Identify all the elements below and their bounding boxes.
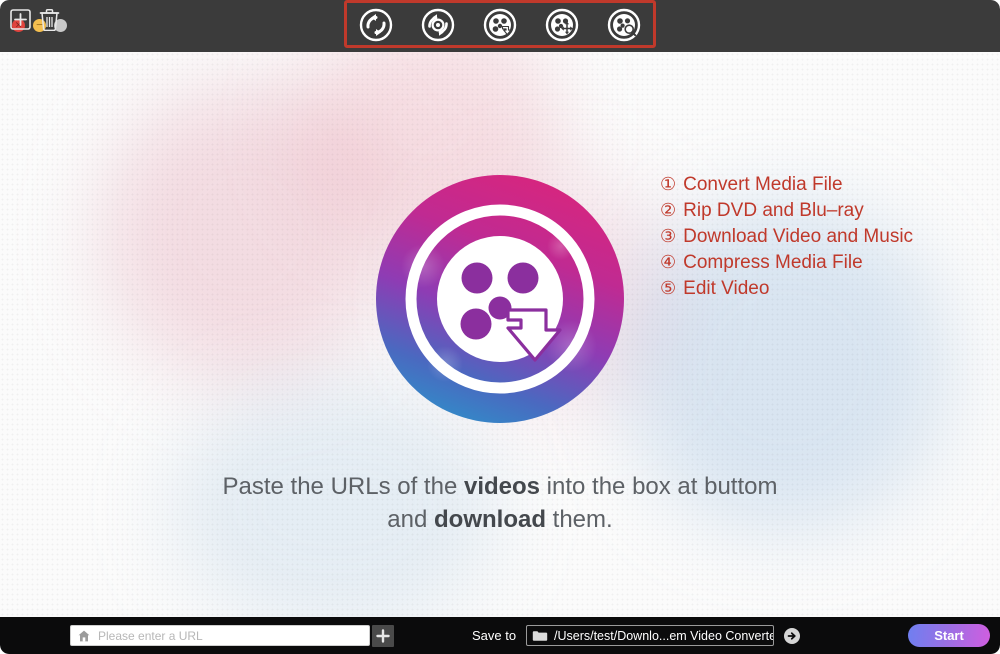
compress-reel-icon: [545, 8, 579, 41]
feature-item-3: ③ Download Video and Music: [660, 224, 913, 250]
main-content: ① Convert Media File ② Rip DVD and Blu–r…: [0, 52, 1000, 617]
app-logo: [375, 174, 625, 424]
add-task-button[interactable]: [10, 9, 31, 30]
toolbar-button-rip[interactable]: [419, 6, 457, 44]
start-button-label: Start: [934, 628, 964, 643]
toolbar-button-download[interactable]: [481, 6, 519, 44]
open-save-folder-button[interactable]: [783, 627, 801, 645]
feature-number-3: ③: [660, 226, 677, 247]
feature-label-3: Download Video and Music: [683, 226, 914, 247]
edit-reel-icon: [607, 8, 641, 41]
feature-label-4: Compress Media File: [683, 252, 863, 273]
feature-number-2: ②: [660, 200, 677, 221]
save-path-field[interactable]: /Users/test/Downlo...em Video Converter: [526, 625, 774, 646]
feature-number-4: ④: [660, 252, 677, 273]
feature-number-1: ①: [660, 174, 677, 195]
save-path-text: /Users/test/Downlo...em Video Converter: [554, 628, 773, 643]
start-button[interactable]: Start: [908, 624, 990, 647]
title-bar: × −: [0, 0, 1000, 52]
hint-line1-suffix: into the box at buttom: [540, 473, 778, 500]
toolbar-button-compress[interactable]: [543, 6, 581, 44]
hint-line2-prefix: and: [387, 506, 435, 533]
home-icon: [78, 630, 90, 641]
video-converter-logo-icon: [376, 175, 624, 423]
feature-number-5: ⑤: [660, 278, 677, 299]
hint-line-2: and download them.: [0, 503, 1000, 536]
feature-label-5: Edit Video: [683, 278, 770, 299]
hint-line1-prefix: Paste the URLs of the: [222, 473, 464, 500]
feature-label-2: Rip DVD and Blu–ray: [683, 200, 864, 221]
trash-icon: [39, 9, 60, 32]
hint-text: Paste the URLs of the videos into the bo…: [0, 470, 1000, 536]
save-to-label: Save to: [472, 628, 517, 643]
app-window: × − ① Convert Media File ② Rip DVD and B…: [0, 0, 1000, 654]
download-reel-icon: [483, 8, 517, 41]
url-input-container[interactable]: [70, 625, 370, 646]
hint-line-1: Paste the URLs of the videos into the bo…: [0, 470, 1000, 503]
convert-icon: [359, 8, 393, 41]
feature-item-4: ④ Compress Media File: [660, 250, 913, 276]
plus-box-icon: [10, 9, 31, 30]
delete-task-button[interactable]: [39, 8, 60, 32]
feature-list: ① Convert Media File ② Rip DVD and Blu–r…: [660, 172, 913, 302]
toolbar: [345, 1, 655, 48]
rip-disc-icon: [421, 8, 455, 41]
hint-line2-suffix: them.: [546, 506, 613, 533]
url-add-button[interactable]: [372, 625, 394, 647]
hint-line2-bold: download: [434, 506, 546, 533]
feature-item-1: ① Convert Media File: [660, 172, 913, 198]
toolbar-button-convert[interactable]: [357, 6, 395, 44]
toolbar-button-edit[interactable]: [605, 6, 643, 44]
feature-item-2: ② Rip DVD and Blu–ray: [660, 198, 913, 224]
feature-item-5: ⑤ Edit Video: [660, 276, 913, 302]
folder-icon: [532, 630, 548, 641]
url-input[interactable]: [96, 627, 360, 644]
feature-label-1: Convert Media File: [683, 174, 843, 195]
arrow-right-circle-icon: [784, 628, 800, 644]
plus-icon: [376, 629, 390, 643]
hint-line1-bold: videos: [463, 473, 540, 500]
